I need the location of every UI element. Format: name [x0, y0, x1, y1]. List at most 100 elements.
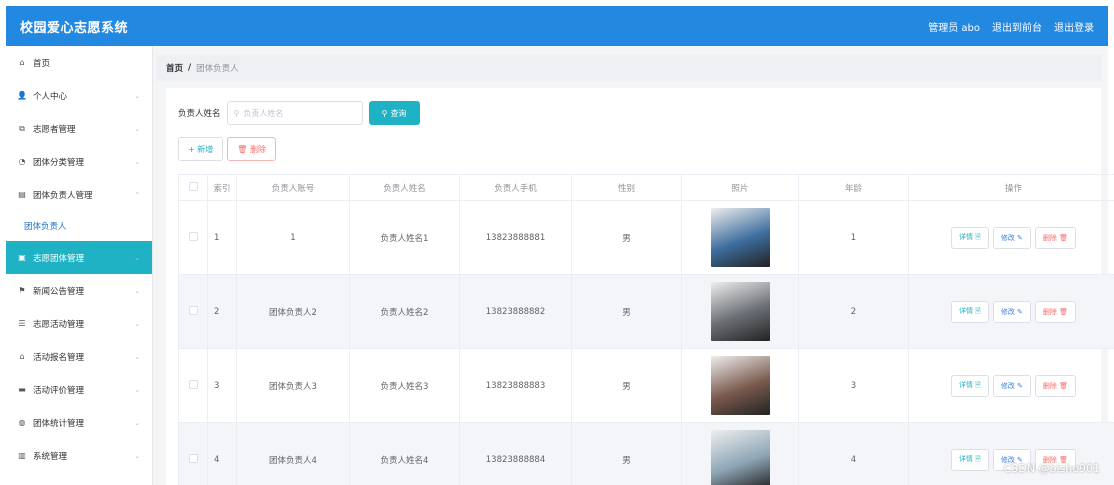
row-checkbox[interactable] — [188, 379, 198, 389]
row-checkbox[interactable] — [188, 453, 198, 463]
cell-photo — [681, 422, 799, 485]
cell-phone: 13823888883 — [459, 348, 572, 423]
breadcrumb-home[interactable]: 首页 — [166, 62, 183, 74]
breadcrumb: 首页 / 团体负责人 — [156, 55, 1102, 81]
row-checkbox[interactable] — [188, 305, 198, 315]
home-icon: ⌂ — [19, 58, 25, 67]
logout-link[interactable]: 退出登录 — [1054, 19, 1094, 34]
row-checkbox[interactable] — [188, 231, 198, 241]
list-panel: 负责人姓名 ⚲ 负责人姓名 ⚲ 查询 + 新增 🗑 删除 索引 负责人账号 负责人姓… — [166, 88, 1114, 485]
row-delete-button[interactable]: 删除 🗑 — [1034, 374, 1077, 397]
delete-button[interactable]: 🗑 删除 — [227, 137, 276, 161]
edit-button[interactable]: 修改 ✎ — [992, 300, 1031, 323]
cell-photo — [681, 348, 799, 423]
add-button[interactable]: + 新增 — [178, 137, 224, 161]
exit-to-front-link[interactable]: 退出到前台 — [992, 19, 1042, 34]
leader-photo[interactable] — [710, 282, 770, 341]
sidebar-item-label: 新闻公告管理 — [33, 286, 85, 297]
sidebar-item-label: 个人中心 — [33, 91, 68, 102]
column-header: 负责人姓名 — [349, 174, 460, 201]
sidebar-item[interactable]: ⧉ 志愿者管理 ⌄ — [6, 112, 152, 145]
search-input[interactable]: ⚲ 负责人姓名 — [226, 101, 363, 125]
chevron-icon: ⌄ — [134, 352, 140, 361]
sidebar-item-label: 首页 — [33, 58, 51, 69]
search-label: 负责人姓名 — [178, 109, 221, 119]
globe-icon: ◍ — [18, 418, 26, 427]
row-select-cell — [178, 200, 208, 275]
list-icon: ▤ — [18, 190, 26, 199]
detail-button[interactable]: 详情 🗎 — [950, 226, 989, 249]
row-select-cell — [178, 348, 208, 423]
cell-photo — [681, 200, 799, 275]
sidebar-item[interactable]: ▥ 系统管理 ⌄ — [6, 439, 152, 472]
cell-phone: 13823888882 — [459, 274, 572, 349]
cell-account: 团体负责人3 — [236, 348, 350, 423]
sidebar-item[interactable]: ⚑ 新闻公告管理 ⌄ — [6, 274, 152, 307]
row-select-cell — [178, 274, 208, 349]
cell-gender: 男 — [571, 348, 682, 423]
column-header — [178, 174, 208, 201]
sidebar-item[interactable]: ◍ 团体统计管理 ⌄ — [6, 406, 152, 439]
detail-button[interactable]: 详情 🗎 — [950, 448, 989, 471]
edit-button[interactable]: 修改 ✎ — [992, 226, 1031, 249]
query-button-label: 查询 — [390, 108, 407, 118]
cell-age: 2 — [798, 274, 909, 349]
chevron-icon: ⌄ — [134, 286, 140, 295]
column-header: 年龄 — [798, 174, 909, 201]
watermark: CSDN @bishe901 — [1003, 462, 1100, 475]
select-all-checkbox[interactable] — [188, 181, 198, 191]
chevron-icon: ⌄ — [134, 385, 140, 394]
leaders-table: 索引 负责人账号 负责人姓名 负责人手机 性别 照片 年龄 操作 1 1 负责人姓名1 138238… — [178, 174, 1114, 485]
sidebar-item[interactable]: ⌂ 活动报名管理 ⌄ — [6, 340, 152, 373]
sidebar-item[interactable]: ◔ 团体分类管理 ⌄ — [6, 145, 152, 178]
sidebar-item-label: 系统管理 — [33, 451, 68, 462]
chart-icon: ▥ — [18, 451, 26, 460]
cell-account: 1 — [236, 200, 350, 275]
current-user: 管理员 abo — [928, 22, 980, 34]
sidebar-item[interactable]: ⌂ 首页 — [6, 46, 152, 79]
table-row: 1 1 负责人姓名1 13823888881 男 1 详情 🗎 修改 ✎ 删除 🗑 — [178, 200, 1114, 275]
chevron-icon: ⌄ — [134, 91, 140, 100]
sidebar-item[interactable]: ▤ 团体负责人管理 ⌃ — [6, 178, 152, 211]
gauge-icon: ◔ — [18, 157, 26, 166]
row-delete-button[interactable]: 删除 🗑 — [1034, 300, 1077, 323]
table-header-row: 索引 负责人账号 负责人姓名 负责人手机 性别 照片 年龄 操作 — [178, 174, 1114, 201]
chevron-icon: ⌄ — [134, 157, 140, 166]
group-icon: ▣ — [18, 253, 26, 262]
sidebar: ⌂ 首页 👤 个人中心 ⌄ ⧉ 志愿者管理 ⌄ ◔ 团体分类管理 ⌄ ▤ 团体负责人管理 ⌃ 团体负责人 ▣ 志… — [6, 46, 153, 485]
edit-button[interactable]: 修改 ✎ — [992, 374, 1031, 397]
cell-name: 负责人姓名2 — [349, 274, 460, 349]
row-delete-button[interactable]: 删除 🗑 — [1034, 226, 1077, 249]
cell-actions: 详情 🗎 修改 ✎ 删除 🗑 — [908, 348, 1114, 423]
breadcrumb-separator: / — [188, 63, 192, 73]
sidebar-item[interactable]: ▬ 活动评价管理 ⌄ — [6, 373, 152, 406]
sidebar-item-label: 活动报名管理 — [33, 352, 85, 363]
leader-photo[interactable] — [710, 208, 770, 267]
sidebar-subitem-leader[interactable]: 团体负责人 — [6, 211, 152, 241]
leader-photo[interactable] — [710, 430, 770, 485]
cell-photo — [681, 274, 799, 349]
main-content: 首页 / 团体负责人 负责人姓名 ⚲ 负责人姓名 ⚲ 查询 + 新增 🗑 删除 … — [153, 46, 1114, 485]
search-icon: ⚲ — [381, 108, 388, 118]
cell-actions: 详情 🗎 修改 ✎ 删除 🗑 — [908, 422, 1114, 485]
cell-phone: 13823888884 — [459, 422, 572, 485]
header-actions: 管理员 abo 退出到前台 退出登录 — [928, 19, 1094, 34]
query-button[interactable]: ⚲ 查询 — [368, 101, 420, 125]
detail-button[interactable]: 详情 🗎 — [950, 374, 989, 397]
detail-button[interactable]: 详情 🗎 — [950, 300, 989, 323]
bank-icon: ⌂ — [19, 352, 25, 361]
breadcrumb-current: 团体负责人 — [196, 64, 239, 74]
copy-icon: ⧉ — [19, 123, 25, 133]
row-select-cell — [178, 422, 208, 485]
cell-index: 2 — [207, 274, 237, 349]
column-header: 索引 — [207, 174, 237, 201]
sidebar-item[interactable]: ☰ 志愿活动管理 ⌄ — [6, 307, 152, 340]
sidebar-item[interactable]: 👤 个人中心 ⌄ — [6, 79, 152, 112]
cell-account: 团体负责人2 — [236, 274, 350, 349]
chevron-icon: ⌄ — [134, 418, 140, 427]
sidebar-item[interactable]: ▣ 志愿团体管理 ⌄ — [6, 241, 152, 274]
leader-photo[interactable] — [710, 356, 770, 415]
cell-age: 1 — [798, 200, 909, 275]
cell-gender: 男 — [571, 422, 682, 485]
sidebar-item-label: 团体统计管理 — [33, 418, 85, 429]
